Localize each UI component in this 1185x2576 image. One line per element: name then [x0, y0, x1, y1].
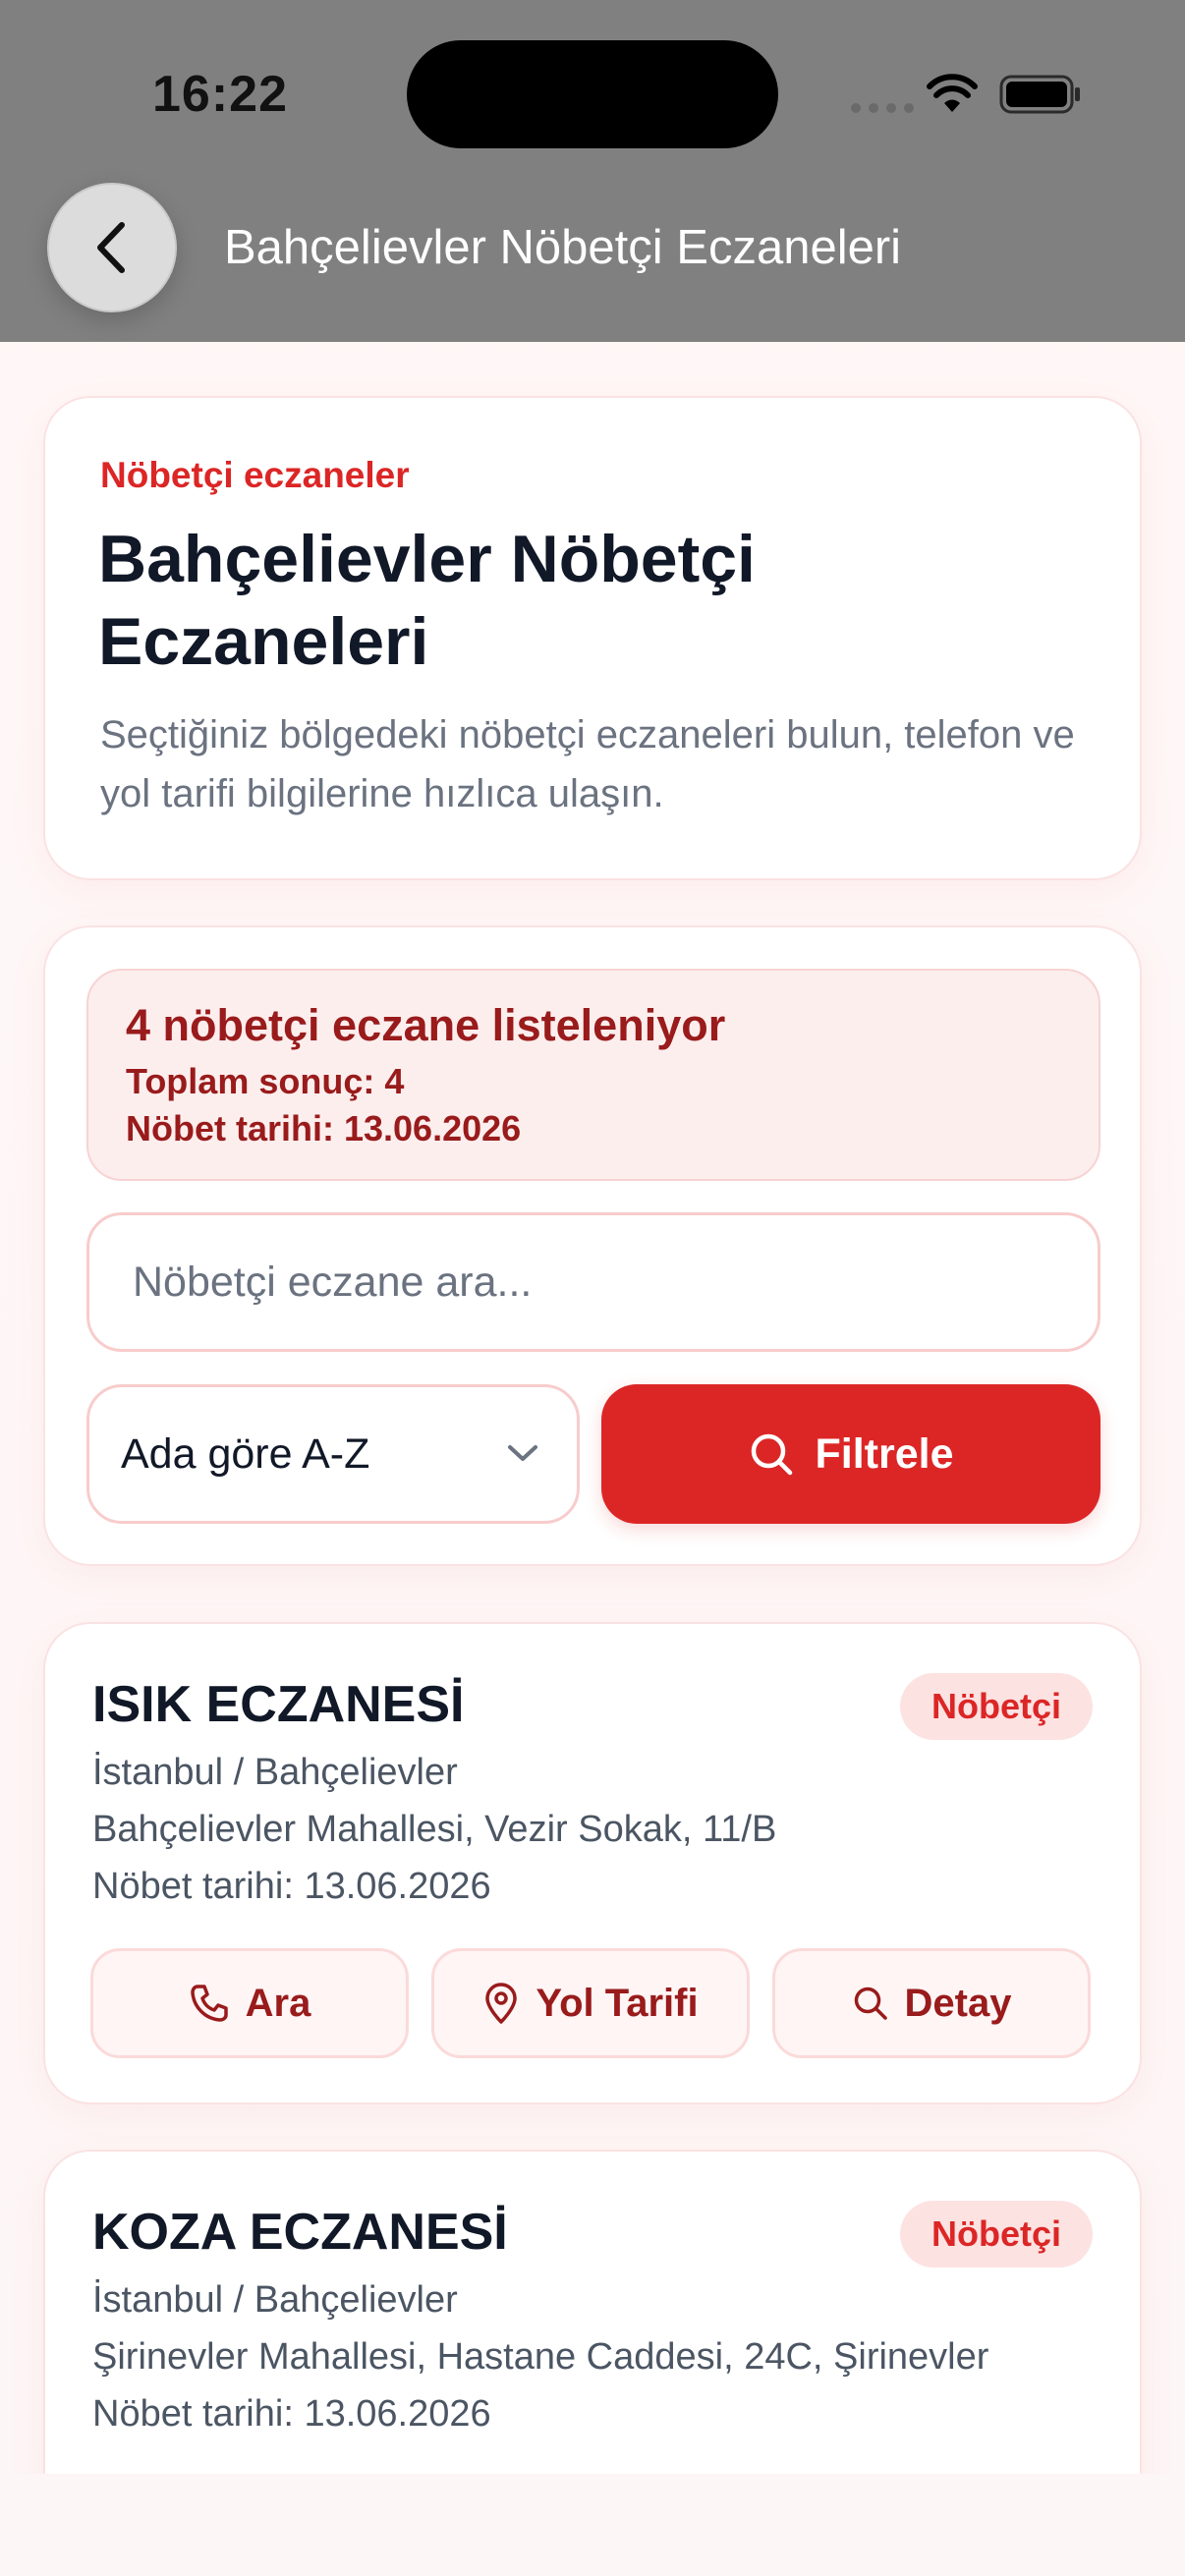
call-button[interactable]: Ara [90, 1948, 409, 2058]
detail-button[interactable]: Detay [772, 1948, 1091, 2058]
pharmacy-name: ISIK ECZANESİ [92, 1676, 465, 1733]
status-time: 16:22 [152, 66, 288, 123]
pharmacy-name: KOZA ECZANESİ [92, 2204, 508, 2261]
screen: 16:22 Bahçelievler Nöbetçi Eczaneleri Nö… [0, 0, 1185, 2576]
page-description: Seçtiğiniz bölgedeki nöbetçi eczaneleri … [100, 713, 1075, 815]
filter-button[interactable]: Filtrele [601, 1384, 1100, 1524]
search-icon [854, 1987, 887, 2020]
duty-badge: Nöbetçi [899, 2201, 1093, 2268]
header-title: Bahçelievler Nöbetçi Eczaneleri [224, 221, 902, 274]
duty-date: Nöbet tarihi: 13.06.2026 [126, 1108, 522, 1148]
cellular-signal-icon [851, 103, 914, 113]
wifi-icon [927, 74, 978, 112]
bottom-safe-area [0, 2474, 1185, 2576]
pharmacy-address: Şirinevler Mahallesi, Hastane Caddesi, 2… [92, 2336, 989, 2378]
call-button-label: Ara [245, 1981, 311, 2025]
dynamic-island [407, 40, 778, 148]
page-title: Bahçelievler Nöbetçi Eczaneleri [98, 522, 756, 679]
top-bar: 16:22 Bahçelievler Nöbetçi Eczaneleri [0, 0, 1185, 342]
filter-button-label: Filtrele [815, 1429, 954, 1478]
section-eyebrow: Nöbetçi eczaneler [100, 455, 410, 495]
battery-icon [999, 75, 1080, 114]
filter-card: 4 nöbetçi eczane listeleniyor Toplam son… [43, 925, 1142, 1566]
pharmacy-duty-date: Nöbet tarihi: 13.06.2026 [92, 1866, 491, 1907]
pharmacy-card: ISIK ECZANESİ Nöbetçi İstanbul / Bahçeli… [43, 1622, 1142, 2104]
intro-card: Nöbetçi eczaneler Bahçelievler Nöbetçi E… [43, 396, 1142, 880]
search-input[interactable] [86, 1212, 1100, 1352]
phone-icon [190, 1985, 228, 2022]
sort-selected-value: Ada göre A-Z [121, 1429, 370, 1478]
results-count-title: 4 nöbetçi eczane listeleniyor [126, 1000, 726, 1050]
pharmacy-duty-date: Nöbet tarihi: 13.06.2026 [92, 2393, 491, 2435]
back-button[interactable] [47, 183, 177, 312]
map-pin-icon [485, 1983, 518, 2024]
chevron-down-icon [508, 1445, 537, 1461]
directions-button[interactable]: Yol Tarifi [431, 1948, 750, 2058]
duty-badge: Nöbetçi [899, 1673, 1093, 1740]
pharmacy-address: Bahçelievler Mahallesi, Vezir Sokak, 11/… [92, 1809, 777, 1850]
results-total: Toplam sonuç: 4 [126, 1061, 405, 1101]
chevron-left-icon [97, 222, 125, 273]
pharmacy-district: İstanbul / Bahçelievler [92, 2279, 458, 2321]
search-icon [751, 1433, 792, 1476]
directions-button-label: Yol Tarifi [536, 1981, 699, 2025]
sort-select[interactable]: Ada göre A-Z [86, 1384, 580, 1524]
detail-button-label: Detay [904, 1981, 1012, 2025]
pharmacy-district: İstanbul / Bahçelievler [92, 1752, 458, 1793]
results-summary: 4 nöbetçi eczane listeleniyor Toplam son… [86, 969, 1100, 1181]
